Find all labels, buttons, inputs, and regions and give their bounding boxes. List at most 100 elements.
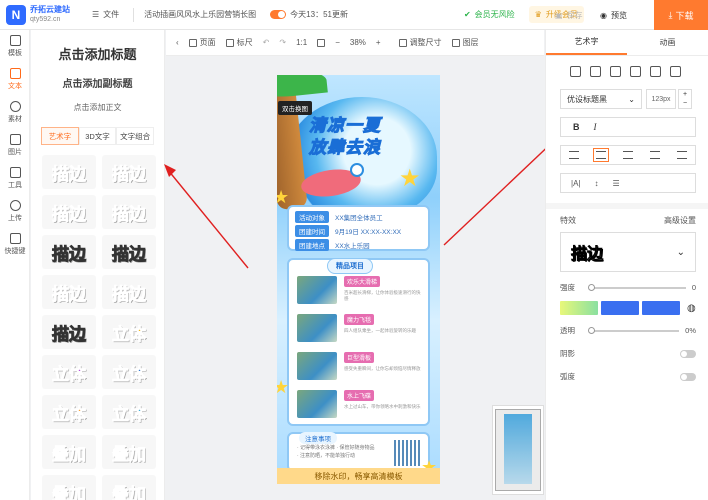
page-button[interactable]: 页面: [188, 37, 216, 48]
art-text-style[interactable]: 立体: [42, 395, 96, 429]
art-text-style[interactable]: 叠加: [102, 475, 156, 500]
font-size-input[interactable]: 123px: [646, 89, 676, 109]
tab-animation[interactable]: 动画: [627, 30, 708, 55]
project-item[interactable]: 魔力飞毯 四人组队乘坐，一起体验旋转的乐趣: [297, 314, 424, 344]
art-text-style[interactable]: 叠加: [42, 475, 96, 500]
art-text-style[interactable]: 立体: [102, 355, 156, 389]
rail-item-shortcuts[interactable]: 快捷键: [0, 228, 30, 261]
project-item[interactable]: 巨型滑板 感受失重瞬间，让你忘却烦恼尽情释放: [297, 352, 424, 382]
strength-slider[interactable]: [588, 283, 686, 291]
vip-no-risk[interactable]: ✔ 会员无风险: [464, 9, 515, 20]
palette-icon[interactable]: ◍: [687, 303, 696, 314]
align-justify-icon[interactable]: [649, 151, 660, 159]
font-family-select[interactable]: 优设标题黑 ⌄: [560, 89, 642, 109]
add-body-button[interactable]: 点击添加正文: [31, 102, 164, 113]
slider-handle[interactable]: [588, 326, 595, 334]
art-text-style[interactable]: 描边: [102, 235, 156, 269]
undo-button[interactable]: ↶: [263, 38, 270, 47]
align-center-icon[interactable]: [593, 148, 610, 162]
art-text-style[interactable]: 描边: [102, 155, 156, 189]
fit-screen-button[interactable]: [317, 38, 326, 47]
art-text-style[interactable]: 描边: [42, 315, 96, 349]
lock-icon[interactable]: [610, 66, 621, 77]
zoom-in-button[interactable]: +: [376, 38, 381, 47]
redo-button[interactable]: ↷: [279, 38, 286, 47]
document-title[interactable]: 活动插画风风水上乐园营销长图: [144, 9, 256, 20]
tab-text-combo[interactable]: 文字组合: [116, 127, 155, 145]
rail-item-images[interactable]: 图片: [0, 129, 30, 162]
project-item[interactable]: 水上飞碟 水上过山车，带你领略水中刺激和快乐: [297, 390, 424, 420]
projects-card[interactable]: 精品项目 欢乐大滑梯 百米超长滑梯，让你体验极速滑行的快感 魔力飞毯 四人组队乘坐，…: [287, 258, 430, 426]
art-text-style[interactable]: 描边: [42, 275, 96, 309]
list-icon[interactable]: ☰: [613, 179, 620, 188]
resize-button[interactable]: 调整尺寸: [398, 37, 442, 48]
rail-item-text[interactable]: 文本: [0, 63, 30, 96]
group-icon[interactable]: [630, 66, 641, 77]
logo[interactable]: N 乔拓云建站 qty592.cn: [0, 4, 92, 25]
curve-toggle[interactable]: [680, 372, 696, 381]
autosave-toggle[interactable]: [270, 10, 287, 19]
page-thumbnail[interactable]: [492, 405, 544, 495]
project-photo[interactable]: [297, 276, 337, 304]
rail-item-materials[interactable]: 素材: [0, 96, 30, 129]
shadow-toggle[interactable]: [680, 349, 696, 358]
art-text-style[interactable]: 描边: [102, 275, 156, 309]
project-item[interactable]: 欢乐大滑梯 百米超长滑梯，让你体验极速滑行的快感: [297, 276, 424, 306]
add-subtitle-button[interactable]: 点击添加副标题: [31, 75, 164, 90]
tab-3d-text[interactable]: 3D文字: [78, 127, 117, 145]
collapse-panel-button[interactable]: ‹: [176, 38, 179, 47]
art-text-style[interactable]: 叠加: [102, 435, 156, 469]
italic-button[interactable]: I: [594, 122, 597, 132]
zoom-out-button[interactable]: −: [335, 38, 340, 47]
save-button[interactable]: ▣ 保存: [555, 0, 583, 30]
tab-art-text-props[interactable]: 艺术字: [546, 30, 627, 55]
remove-watermark-bar[interactable]: 移除水印，畅享高清模板: [277, 468, 440, 484]
art-text-style[interactable]: 描边: [42, 195, 96, 229]
rail-item-tools[interactable]: 工具: [0, 162, 30, 195]
minus-icon[interactable]: −: [683, 99, 687, 108]
slider-handle[interactable]: [588, 283, 595, 291]
ruler-button[interactable]: 标尺: [225, 37, 253, 48]
copy-icon[interactable]: [650, 66, 661, 77]
poster-canvas[interactable]: 清凉一夏 放肆去浪 ★ ★ 活动对象 XX集团全体员工 团建时间 9月19日 XX:…: [277, 75, 440, 484]
color-swatch[interactable]: [601, 301, 639, 315]
event-info-card[interactable]: 活动对象 XX集团全体员工 团建时间 9月19日 XX:XX-XX:XX 团建地点 X…: [287, 205, 430, 251]
layers-button[interactable]: 图层: [451, 37, 479, 48]
file-menu[interactable]: ☰ 文件: [92, 9, 119, 20]
opacity-slider[interactable]: [588, 326, 680, 334]
poster-title-line2[interactable]: 放肆去浪: [309, 133, 381, 158]
project-photo[interactable]: [297, 314, 337, 342]
auto-save[interactable]: 今天13：51更新: [270, 9, 348, 20]
tab-art-text[interactable]: 艺术字: [41, 127, 79, 145]
font-size-stepper[interactable]: + −: [678, 89, 692, 109]
project-photo[interactable]: [297, 390, 337, 418]
art-text-style[interactable]: 描边: [42, 155, 96, 189]
rail-item-upload[interactable]: 上传: [0, 195, 30, 228]
effect-select[interactable]: 描边 ⌄: [560, 232, 696, 272]
preview-button[interactable]: ◉ 预览: [600, 0, 627, 30]
align-distribute-icon[interactable]: [676, 151, 687, 159]
ratio-button[interactable]: 1:1: [296, 38, 307, 47]
bold-button[interactable]: B: [573, 122, 580, 132]
viewport-frame[interactable]: [495, 409, 541, 491]
art-text-style[interactable]: 立体: [102, 395, 156, 429]
advanced-settings-link[interactable]: 高级设置: [664, 215, 696, 226]
zoom-level[interactable]: 38%: [350, 38, 366, 47]
notes-card[interactable]: 注意事项 · 记得带泳衣泳裤 · 保管好随身物品 · 注意防晒，不能单独行动: [287, 432, 430, 472]
align-right-icon[interactable]: [622, 151, 633, 159]
art-text-style[interactable]: 立体: [42, 355, 96, 389]
add-title-button[interactable]: 点击添加标题: [31, 44, 164, 63]
art-text-style[interactable]: 描边: [102, 195, 156, 229]
art-text-style[interactable]: 叠加: [42, 435, 96, 469]
rail-item-templates[interactable]: 模板: [0, 30, 30, 63]
download-button[interactable]: ⤓ 下载: [654, 0, 708, 30]
letter-spacing-icon[interactable]: |A|: [571, 179, 581, 188]
line-height-icon[interactable]: ↕: [595, 179, 599, 188]
project-photo[interactable]: [297, 352, 337, 380]
art-text-style[interactable]: 立体: [102, 315, 156, 349]
art-text-style[interactable]: 描边: [42, 235, 96, 269]
align-left-icon[interactable]: [569, 151, 580, 159]
delete-icon[interactable]: [670, 66, 681, 77]
plus-icon[interactable]: +: [683, 90, 687, 99]
color-swatch[interactable]: [560, 301, 598, 315]
